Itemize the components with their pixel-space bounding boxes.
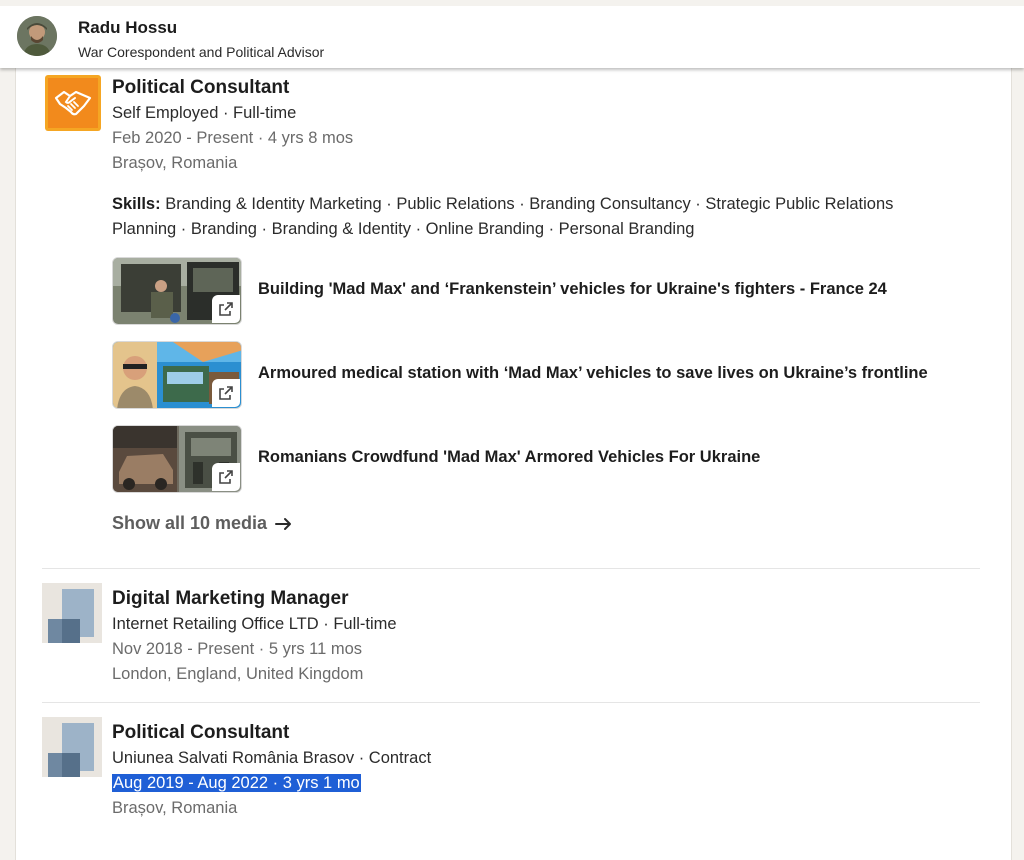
media-title[interactable]: Armoured medical station with ‘Mad Max’ … xyxy=(258,364,928,383)
external-link-icon xyxy=(212,379,240,407)
media-title[interactable]: Building 'Mad Max' and ‘Frankenstein’ ve… xyxy=(258,280,887,299)
job-title: Political Consultant xyxy=(112,722,290,743)
media-item[interactable]: Armoured medical station with ‘Mad Max’ … xyxy=(112,341,972,409)
media-title[interactable]: Romanians Crowdfund 'Mad Max' Armored Ve… xyxy=(258,448,760,467)
location: Brașov, Romania xyxy=(112,154,238,172)
date-range: Feb 2020 - Present · 4 yrs 8 mos xyxy=(112,129,354,147)
job-title: Digital Marketing Manager xyxy=(112,588,349,609)
show-all-media-button[interactable]: Show all 10 media xyxy=(112,513,293,534)
media-item[interactable]: Romanians Crowdfund 'Mad Max' Armored Ve… xyxy=(112,425,972,493)
company-logo[interactable] xyxy=(42,717,102,777)
divider xyxy=(42,702,980,703)
avatar[interactable] xyxy=(17,16,57,56)
company-logo[interactable] xyxy=(45,75,101,131)
external-link-icon xyxy=(212,463,240,491)
divider xyxy=(42,568,980,569)
show-all-media-label: Show all 10 media xyxy=(112,513,268,533)
profile-name[interactable]: Radu Hossu xyxy=(78,18,177,38)
external-link-icon xyxy=(212,295,240,323)
location: Brașov, Romania xyxy=(112,799,238,817)
date-range: Nov 2018 - Present · 5 yrs 11 mos xyxy=(112,640,363,658)
handshake-icon xyxy=(54,90,92,116)
media-thumbnail[interactable] xyxy=(112,257,242,325)
media-thumbnail[interactable] xyxy=(112,425,242,493)
company-employment: Uniunea Salvati România Brasov · Contrac… xyxy=(112,749,432,767)
media-item[interactable]: Building 'Mad Max' and ‘Frankenstein’ ve… xyxy=(112,257,972,325)
date-range: Aug 2019 - Aug 2022 · 3 yrs 1 mo xyxy=(112,774,361,793)
company-logo[interactable] xyxy=(42,583,102,643)
selected-text: Aug 2019 - Aug 2022 · 3 yrs 1 mo xyxy=(112,774,361,792)
arrow-right-icon xyxy=(275,517,292,530)
job-title: Political Consultant xyxy=(112,77,290,98)
company-employment: Self Employed · Full-time xyxy=(112,104,297,122)
company-employment: Internet Retailing Office LTD · Full-tim… xyxy=(112,615,397,633)
skills-list: Branding & Identity Marketing · Public R… xyxy=(112,195,894,238)
skills: Skills: Branding & Identity Marketing · … xyxy=(112,192,932,242)
location: London, England, United Kingdom xyxy=(112,665,364,683)
media-thumbnail[interactable] xyxy=(112,341,242,409)
profile-headline: War Corespondent and Political Advisor xyxy=(78,44,325,60)
skills-label: Skills: xyxy=(112,195,161,213)
profile-sticky-header: Radu Hossu War Corespondent and Politica… xyxy=(0,0,1024,68)
